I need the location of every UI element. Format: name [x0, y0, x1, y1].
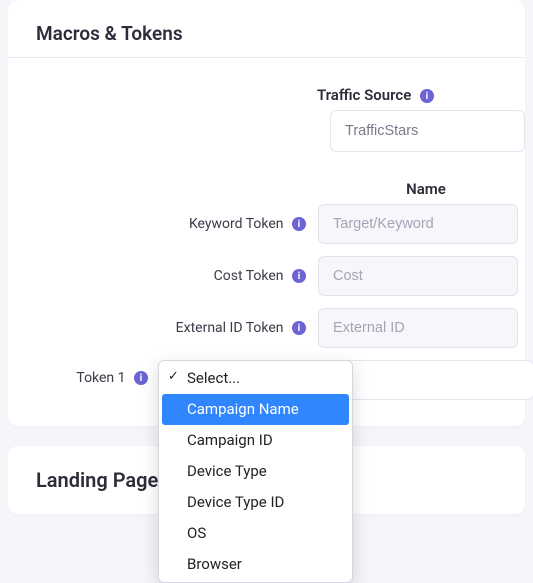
cost-token-label: Cost Token i [8, 268, 318, 284]
traffic-source-label: Traffic Source i [8, 86, 446, 104]
token1-dropdown-menu: Select... Campaign Name Campaign ID Devi… [158, 360, 353, 583]
dropdown-option-device-type-id[interactable]: Device Type ID [159, 487, 352, 518]
macros-tokens-card: Macros & Tokens Traffic Source i Name Ke… [8, 0, 525, 426]
info-icon[interactable]: i [292, 217, 306, 231]
token1-label-text: Token 1 [76, 370, 125, 386]
keyword-token-label: Keyword Token i [8, 216, 318, 232]
traffic-source-input-row [8, 110, 525, 152]
macros-body: Traffic Source i Name Keyword Token i Co… [8, 58, 525, 426]
traffic-source-input[interactable] [330, 110, 525, 152]
token1-row: Token 1 i Select... Campaign Name Campai… [8, 360, 525, 386]
token1-value-input[interactable] [334, 360, 533, 400]
dropdown-option-campaign-id[interactable]: Campaign ID [159, 425, 352, 456]
external-id-token-label: External ID Token i [8, 320, 318, 336]
section-title-macros: Macros & Tokens [8, 0, 525, 58]
info-icon[interactable]: i [420, 89, 434, 103]
external-id-token-input[interactable] [318, 308, 518, 348]
column-header-name: Name [326, 170, 526, 204]
dropdown-option-os[interactable]: OS [159, 518, 352, 549]
dropdown-option-browser[interactable]: Browser [159, 549, 352, 580]
external-id-token-row: External ID Token i [8, 308, 525, 348]
info-icon[interactable]: i [292, 269, 306, 283]
keyword-token-row: Keyword Token i [8, 204, 525, 244]
info-icon[interactable]: i [134, 371, 148, 385]
cost-token-label-text: Cost Token [214, 268, 284, 284]
keyword-token-label-text: Keyword Token [189, 216, 284, 232]
external-id-token-label-text: External ID Token [176, 320, 284, 336]
cost-token-input[interactable] [318, 256, 518, 296]
keyword-token-input[interactable] [318, 204, 518, 244]
traffic-source-row: Traffic Source i [8, 86, 525, 104]
token1-label: Token 1 i [8, 360, 158, 386]
dropdown-option-placeholder[interactable]: Select... [159, 363, 352, 394]
traffic-source-label-text: Traffic Source [317, 86, 411, 104]
info-icon[interactable]: i [292, 321, 306, 335]
cost-token-row: Cost Token i [8, 256, 525, 296]
dropdown-option-campaign-name[interactable]: Campaign Name [162, 394, 349, 425]
dropdown-option-device-type[interactable]: Device Type [159, 456, 352, 487]
